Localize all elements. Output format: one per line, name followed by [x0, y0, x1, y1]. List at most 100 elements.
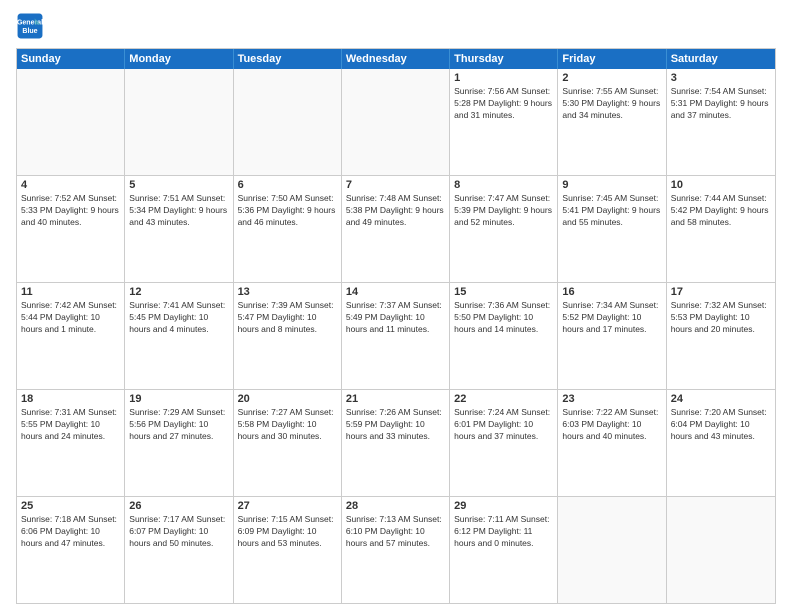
calendar-cell: 22 Sunrise: 7:24 AM Sunset: 6:01 PM Dayli… — [450, 390, 558, 496]
calendar-cell: 7 Sunrise: 7:48 AM Sunset: 5:38 PM Daylig… — [342, 176, 450, 282]
day-info: Sunrise: 7:47 AM Sunset: 5:39 PM Dayligh… — [454, 193, 553, 229]
calendar-cell: 14 Sunrise: 7:37 AM Sunset: 5:49 PM Dayli… — [342, 283, 450, 389]
day-number: 19 — [129, 393, 228, 405]
calendar-header-cell: Sunday — [17, 49, 125, 69]
calendar-cell: 24Sunrise: 7:20 AM Sunset: 6:04 PM Dayli… — [667, 390, 775, 496]
day-info: Sunrise: 7:51 AM Sunset: 5:34 PM Dayligh… — [129, 193, 228, 229]
day-info: Sunrise: 7:22 AM Sunset: 6:03 PM Dayligh… — [562, 407, 661, 443]
day-info: Sunrise: 7:27 AM Sunset: 5:58 PM Dayligh… — [238, 407, 337, 443]
day-number: 23 — [562, 393, 661, 405]
day-number: 1 — [454, 72, 553, 84]
page: General Blue SundayMondayTuesdayWednesda… — [0, 0, 792, 612]
calendar-cell: 5 Sunrise: 7:51 AM Sunset: 5:34 PM Daylig… — [125, 176, 233, 282]
calendar-cell — [558, 497, 666, 603]
day-number: 16 — [562, 286, 661, 298]
calendar-cell — [234, 69, 342, 175]
day-info: Sunrise: 7:54 AM Sunset: 5:31 PM Dayligh… — [671, 86, 771, 122]
day-info: Sunrise: 7:17 AM Sunset: 6:07 PM Dayligh… — [129, 514, 228, 550]
header: General Blue — [16, 12, 776, 40]
calendar-header-cell: Thursday — [450, 49, 558, 69]
calendar-cell: 19Sunrise: 7:29 AM Sunset: 5:56 PM Dayli… — [125, 390, 233, 496]
day-number: 5 — [129, 179, 228, 191]
calendar-cell: 26 Sunrise: 7:17 AM Sunset: 6:07 PM Dayli… — [125, 497, 233, 603]
day-info: Sunrise: 7:56 AM Sunset: 5:28 PM Dayligh… — [454, 86, 553, 122]
calendar-cell: 10 Sunrise: 7:44 AM Sunset: 5:42 PM Dayli… — [667, 176, 775, 282]
day-info: Sunrise: 7:44 AM Sunset: 5:42 PM Dayligh… — [671, 193, 771, 229]
day-info: Sunrise: 7:52 AM Sunset: 5:33 PM Dayligh… — [21, 193, 120, 229]
day-number: 12 — [129, 286, 228, 298]
day-number: 6 — [238, 179, 337, 191]
day-info: Sunrise: 7:20 AM Sunset: 6:04 PM Dayligh… — [671, 407, 771, 443]
calendar-cell: 12 Sunrise: 7:41 AM Sunset: 5:45 PM Dayli… — [125, 283, 233, 389]
calendar-cell — [125, 69, 233, 175]
day-info: Sunrise: 7:31 AM Sunset: 5:55 PM Dayligh… — [21, 407, 120, 443]
calendar-cell — [667, 497, 775, 603]
calendar-cell: 20 Sunrise: 7:27 AM Sunset: 5:58 PM Dayli… — [234, 390, 342, 496]
day-info: Sunrise: 7:55 AM Sunset: 5:30 PM Dayligh… — [562, 86, 661, 122]
day-number: 18 — [21, 393, 120, 405]
calendar-header-cell: Tuesday — [234, 49, 342, 69]
calendar-cell: 6 Sunrise: 7:50 AM Sunset: 5:36 PM Daylig… — [234, 176, 342, 282]
calendar-cell: 27 Sunrise: 7:15 AM Sunset: 6:09 PM Dayli… — [234, 497, 342, 603]
day-info: Sunrise: 7:39 AM Sunset: 5:47 PM Dayligh… — [238, 300, 337, 336]
day-number: 22 — [454, 393, 553, 405]
day-number: 11 — [21, 286, 120, 298]
day-info: Sunrise: 7:11 AM Sunset: 6:12 PM Dayligh… — [454, 514, 553, 550]
day-number: 4 — [21, 179, 120, 191]
calendar-cell: 28 Sunrise: 7:13 AM Sunset: 6:10 PM Dayli… — [342, 497, 450, 603]
day-number: 3 — [671, 72, 771, 84]
calendar-row: 11 Sunrise: 7:42 AM Sunset: 5:44 PM Dayli… — [17, 282, 775, 389]
calendar-cell: 16Sunrise: 7:34 AM Sunset: 5:52 PM Dayli… — [558, 283, 666, 389]
day-number: 29 — [454, 500, 553, 512]
calendar-header-cell: Friday — [558, 49, 666, 69]
day-number: 2 — [562, 72, 661, 84]
calendar-header-cell: Saturday — [667, 49, 775, 69]
day-number: 25 — [21, 500, 120, 512]
day-info: Sunrise: 7:15 AM Sunset: 6:09 PM Dayligh… — [238, 514, 337, 550]
day-info: Sunrise: 7:37 AM Sunset: 5:49 PM Dayligh… — [346, 300, 445, 336]
day-info: Sunrise: 7:24 AM Sunset: 6:01 PM Dayligh… — [454, 407, 553, 443]
calendar-cell: 21Sunrise: 7:26 AM Sunset: 5:59 PM Dayli… — [342, 390, 450, 496]
calendar-header-cell: Wednesday — [342, 49, 450, 69]
day-info: Sunrise: 7:13 AM Sunset: 6:10 PM Dayligh… — [346, 514, 445, 550]
calendar-cell — [17, 69, 125, 175]
calendar-cell: 29 Sunrise: 7:11 AM Sunset: 6:12 PM Dayli… — [450, 497, 558, 603]
calendar-cell: 9Sunrise: 7:45 AM Sunset: 5:41 PM Daylig… — [558, 176, 666, 282]
calendar-header-cell: Monday — [125, 49, 233, 69]
logo: General Blue — [16, 12, 48, 40]
calendar-row: 4 Sunrise: 7:52 AM Sunset: 5:33 PM Daylig… — [17, 175, 775, 282]
day-info: Sunrise: 7:26 AM Sunset: 5:59 PM Dayligh… — [346, 407, 445, 443]
day-number: 8 — [454, 179, 553, 191]
calendar-cell: 1 Sunrise: 7:56 AM Sunset: 5:28 PM Daylig… — [450, 69, 558, 175]
calendar-row: 25Sunrise: 7:18 AM Sunset: 6:06 PM Dayli… — [17, 496, 775, 603]
calendar-body: 1 Sunrise: 7:56 AM Sunset: 5:28 PM Daylig… — [17, 69, 775, 603]
day-info: Sunrise: 7:42 AM Sunset: 5:44 PM Dayligh… — [21, 300, 120, 336]
calendar-row: 18 Sunrise: 7:31 AM Sunset: 5:55 PM Dayli… — [17, 389, 775, 496]
day-number: 9 — [562, 179, 661, 191]
day-number: 7 — [346, 179, 445, 191]
day-number: 26 — [129, 500, 228, 512]
day-number: 15 — [454, 286, 553, 298]
calendar-cell: 17 Sunrise: 7:32 AM Sunset: 5:53 PM Dayli… — [667, 283, 775, 389]
calendar-cell: 11 Sunrise: 7:42 AM Sunset: 5:44 PM Dayli… — [17, 283, 125, 389]
calendar-cell — [342, 69, 450, 175]
calendar-cell: 23 Sunrise: 7:22 AM Sunset: 6:03 PM Dayli… — [558, 390, 666, 496]
day-number: 27 — [238, 500, 337, 512]
calendar-cell: 8 Sunrise: 7:47 AM Sunset: 5:39 PM Daylig… — [450, 176, 558, 282]
day-number: 20 — [238, 393, 337, 405]
calendar-cell: 4 Sunrise: 7:52 AM Sunset: 5:33 PM Daylig… — [17, 176, 125, 282]
calendar: SundayMondayTuesdayWednesdayThursdayFrid… — [16, 48, 776, 604]
day-info: Sunrise: 7:48 AM Sunset: 5:38 PM Dayligh… — [346, 193, 445, 229]
day-info: Sunrise: 7:36 AM Sunset: 5:50 PM Dayligh… — [454, 300, 553, 336]
day-number: 14 — [346, 286, 445, 298]
day-number: 10 — [671, 179, 771, 191]
calendar-header: SundayMondayTuesdayWednesdayThursdayFrid… — [17, 49, 775, 69]
day-info: Sunrise: 7:50 AM Sunset: 5:36 PM Dayligh… — [238, 193, 337, 229]
calendar-cell: 25Sunrise: 7:18 AM Sunset: 6:06 PM Dayli… — [17, 497, 125, 603]
day-number: 28 — [346, 500, 445, 512]
day-number: 17 — [671, 286, 771, 298]
day-info: Sunrise: 7:41 AM Sunset: 5:45 PM Dayligh… — [129, 300, 228, 336]
calendar-cell: 15 Sunrise: 7:36 AM Sunset: 5:50 PM Dayli… — [450, 283, 558, 389]
calendar-cell: 2 Sunrise: 7:55 AM Sunset: 5:30 PM Daylig… — [558, 69, 666, 175]
day-info: Sunrise: 7:32 AM Sunset: 5:53 PM Dayligh… — [671, 300, 771, 336]
